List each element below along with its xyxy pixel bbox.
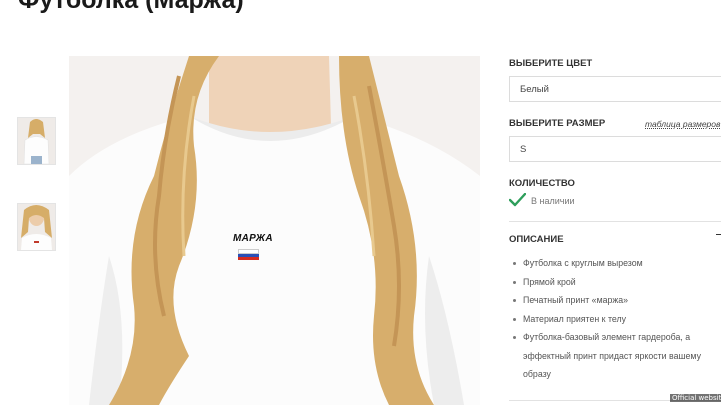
quantity-label: КОЛИЧЕСТВО [509, 178, 575, 189]
product-options-panel: ВЫБЕРИТЕ ЦВЕТ Белый ВЫБЕРИТЕ РАЗМЕР табл… [509, 0, 721, 405]
list-item: Печатный принт «маржа» [509, 291, 721, 310]
page-title: Футболка (Маржа) [18, 0, 244, 14]
russian-flag-icon [238, 249, 259, 260]
size-table-link[interactable]: таблица размеров [645, 119, 720, 129]
color-label: ВЫБЕРИТЕ ЦВЕТ [509, 58, 593, 69]
description-label[interactable]: ОПИСАНИЕ [509, 234, 564, 245]
watermark: Official website [670, 394, 721, 402]
check-icon [509, 193, 526, 207]
list-item: Футболка-базовый элемент гардероба, а эф… [509, 328, 721, 384]
divider [509, 221, 721, 222]
stock-status: В наличии [531, 196, 575, 206]
product-thumbnail-front[interactable] [17, 117, 56, 165]
size-label: ВЫБЕРИТЕ РАЗМЕР [509, 118, 606, 129]
minus-icon[interactable] [716, 234, 721, 235]
product-main-image [69, 56, 480, 405]
model-photo [69, 56, 480, 405]
thumbnail-image [18, 204, 55, 250]
list-item: Прямой крой [509, 273, 721, 292]
color-select[interactable]: Белый [509, 76, 721, 102]
product-thumbnail-closeup[interactable] [17, 203, 56, 251]
list-item: Материал приятен к телу [509, 310, 721, 329]
color-value: Белый [520, 84, 549, 95]
size-value: S [520, 144, 527, 155]
thumbnail-image [18, 118, 55, 164]
description-list: Футболка с круглым вырезом Прямой крой П… [509, 254, 721, 384]
shirt-print-text: МАРЖА [233, 233, 273, 244]
list-item: Футболка с круглым вырезом [509, 254, 721, 273]
size-select[interactable]: S [509, 136, 721, 162]
